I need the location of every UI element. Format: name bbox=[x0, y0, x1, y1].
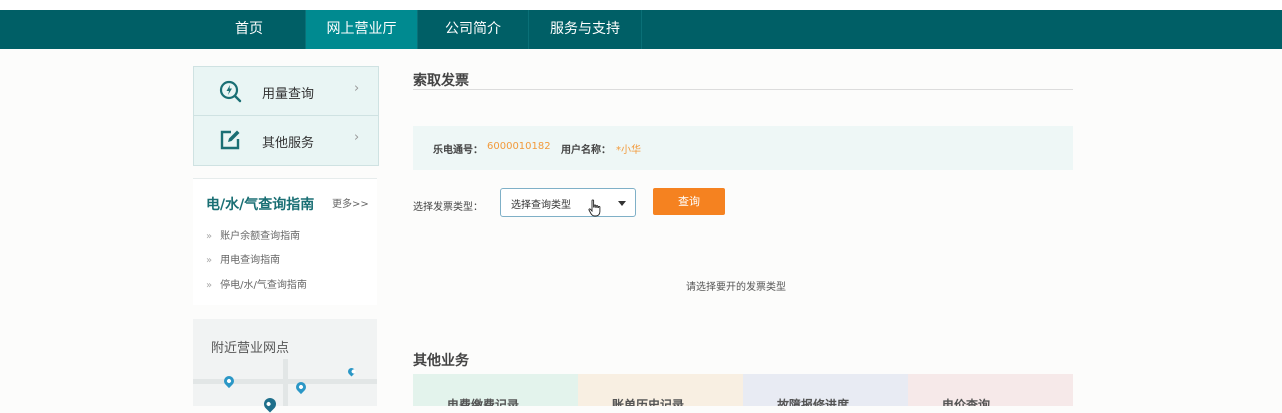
main-navbar: 首页 网上营业厅 公司简介 服务与支持 bbox=[0, 10, 1282, 49]
guide-link-label: 账户余额查询指南 bbox=[220, 231, 301, 242]
map-pin-icon[interactable] bbox=[221, 373, 237, 389]
user-name-value: *小华 bbox=[616, 145, 641, 156]
tile-label: 电费缴费记录 bbox=[447, 398, 520, 406]
account-info-bar: 乐电通号： 6000010182 用户名称： *小华 bbox=[413, 126, 1073, 170]
sidebar-item-label: 用量查询 bbox=[262, 87, 315, 102]
account-number-label: 乐电通号： bbox=[433, 145, 483, 156]
tile-label: 账单历史记录 bbox=[612, 398, 685, 406]
bullet-icon: » bbox=[206, 280, 213, 291]
nav-item-home[interactable]: 首页 bbox=[193, 10, 305, 49]
page-title: 索取发票 bbox=[413, 73, 469, 89]
edit-icon bbox=[220, 130, 240, 150]
map-road bbox=[283, 359, 288, 406]
nav-item-service-support[interactable]: 服务与支持 bbox=[529, 10, 641, 49]
hand-cursor-icon bbox=[588, 199, 601, 217]
nav-item-company-intro[interactable]: 公司简介 bbox=[418, 10, 528, 49]
guide-link-label: 用电查询指南 bbox=[220, 255, 281, 266]
guide-more-link[interactable]: 更多>> bbox=[332, 195, 369, 210]
sidebar-item-label: 其他服务 bbox=[262, 136, 315, 151]
nearby-outlets-panel[interactable]: 附近营业网点 bbox=[193, 319, 377, 413]
sidebar-menu: 用量查询 › 其他服务 › bbox=[193, 66, 379, 166]
select-type-hint: 请选择要开的发票类型 bbox=[686, 282, 786, 293]
guide-title: 电/水/气查询指南 bbox=[206, 197, 315, 213]
nearby-title: 附近营业网点 bbox=[211, 341, 290, 356]
chevron-right-icon: › bbox=[354, 130, 360, 145]
caret-down-icon bbox=[618, 201, 626, 206]
account-number-value: 6000010182 bbox=[487, 141, 551, 152]
invoice-type-label: 选择发票类型： bbox=[413, 202, 483, 213]
guide-link-outage[interactable]: » 停电/水/气查询指南 bbox=[206, 276, 307, 291]
query-guide-panel: 电/水/气查询指南 更多>> » 账户余额查询指南 » 用电查询指南 » 停电/水/气… bbox=[193, 178, 377, 305]
other-business-tile[interactable]: 账单历史记录 bbox=[578, 374, 743, 406]
map-pin-icon[interactable] bbox=[346, 366, 357, 377]
bullet-icon: » bbox=[206, 255, 213, 266]
sidebar-item-other-services[interactable]: 其他服务 › bbox=[194, 116, 378, 164]
invoice-type-selected: 选择查询类型 bbox=[511, 200, 571, 211]
guide-link-label: 停电/水/气查询指南 bbox=[220, 280, 307, 291]
tile-label: 电价查询 bbox=[942, 398, 991, 406]
map-pin-icon[interactable] bbox=[261, 395, 279, 413]
tile-label: 故障报修进度 bbox=[777, 398, 850, 406]
other-business-title: 其他业务 bbox=[413, 353, 469, 369]
user-name-label: 用户名称： bbox=[561, 145, 611, 156]
sidebar-item-usage-query[interactable]: 用量查询 › bbox=[194, 67, 378, 115]
query-button[interactable]: 查询 bbox=[653, 188, 725, 215]
top-band bbox=[0, 0, 1282, 10]
guide-link-usage[interactable]: » 用电查询指南 bbox=[206, 251, 280, 266]
other-business-tile[interactable]: 电费缴费记录 bbox=[413, 374, 578, 406]
bullet-icon: » bbox=[206, 231, 213, 242]
title-divider bbox=[413, 89, 1073, 90]
invoice-type-select[interactable]: 选择查询类型 bbox=[500, 188, 636, 217]
other-business-tile[interactable]: 故障报修进度 bbox=[743, 374, 908, 406]
other-business-tile[interactable]: 电价查询 bbox=[908, 374, 1073, 406]
nav-item-online-hall[interactable]: 网上营业厅 bbox=[306, 10, 417, 49]
guide-link-balance[interactable]: » 账户余额查询指南 bbox=[206, 227, 300, 242]
usage-gauge-icon bbox=[219, 80, 242, 103]
nav-divider bbox=[641, 10, 642, 49]
chevron-right-icon: › bbox=[354, 81, 360, 96]
